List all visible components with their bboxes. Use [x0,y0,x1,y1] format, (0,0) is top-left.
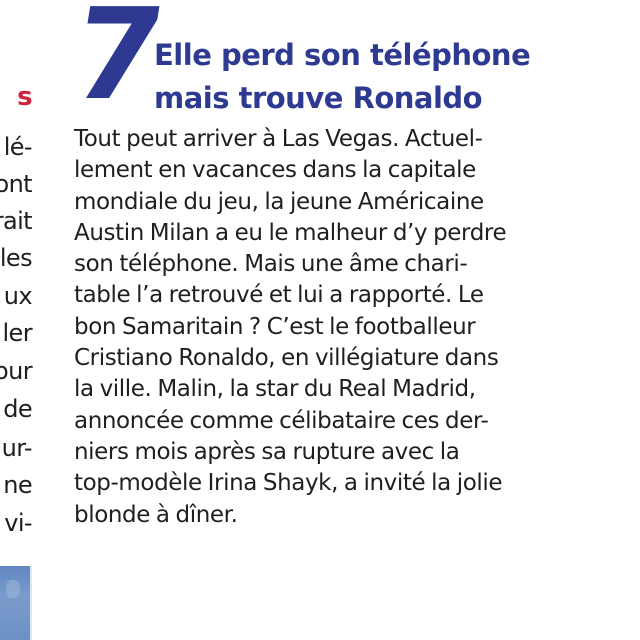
adjacent-photo [0,566,32,640]
body-line: bon Samaritain ? C’est le footballeur [74,313,476,340]
body-line: Cristiano Ronaldo, en villégiature dans [74,345,499,372]
body-line: Austin Milan a eu le malheur d’y perdre [74,219,507,246]
adjacent-text-fragment: ux [3,282,33,310]
article-headline: Elle perd son téléphone mais trouve Rona… [154,34,624,120]
adjacent-text-fragment: lé- [3,133,33,161]
body-line: son téléphone. Mais une âme chari- [74,251,468,278]
body-line: blonde à dîner. [74,501,238,528]
article-body: Tout peut arriver à Las Vegas. Actuel- l… [74,124,564,531]
body-line: Tout peut arriver à Las Vegas. Actuel- [74,126,483,152]
adjacent-text-fragment: ur- [1,434,33,462]
adjacent-text-fragment: les [0,244,33,272]
body-line: top-modèle Irina Shayk, a invité la joli… [74,470,503,497]
adjacent-text-fragment: de [3,395,32,423]
body-line: lement en vacances dans la capitale [74,157,476,184]
body-line: la ville. Malin, la star du Real Madrid, [74,376,476,403]
adjacent-heading-fragment: s [17,82,32,112]
adjacent-text-fragment: rait [0,207,33,235]
article-number: 7 [62,0,170,128]
adjacent-text-fragment: ne [3,471,32,499]
adjacent-text-fragment: vi- [4,509,32,537]
adjacent-text-fragment: ler [2,319,32,347]
body-line: niers mois après sa rupture avec la [74,438,460,465]
body-line: annoncée comme célibataire ces der- [74,407,489,434]
adjacent-text-fragment: our [0,357,33,385]
headline-line: Elle perd son téléphone [154,38,531,72]
headline-line: mais trouve Ronaldo [154,81,483,115]
body-line: mondiale du jeu, la jeune Américaine [74,188,484,215]
adjacent-text-fragment: ont [0,170,33,198]
body-line: table l’a retrouvé et lui a rapporté. Le [74,282,484,309]
adjacent-article-column: s lé- ont rait les ux ler our de ur- ne … [0,0,36,640]
